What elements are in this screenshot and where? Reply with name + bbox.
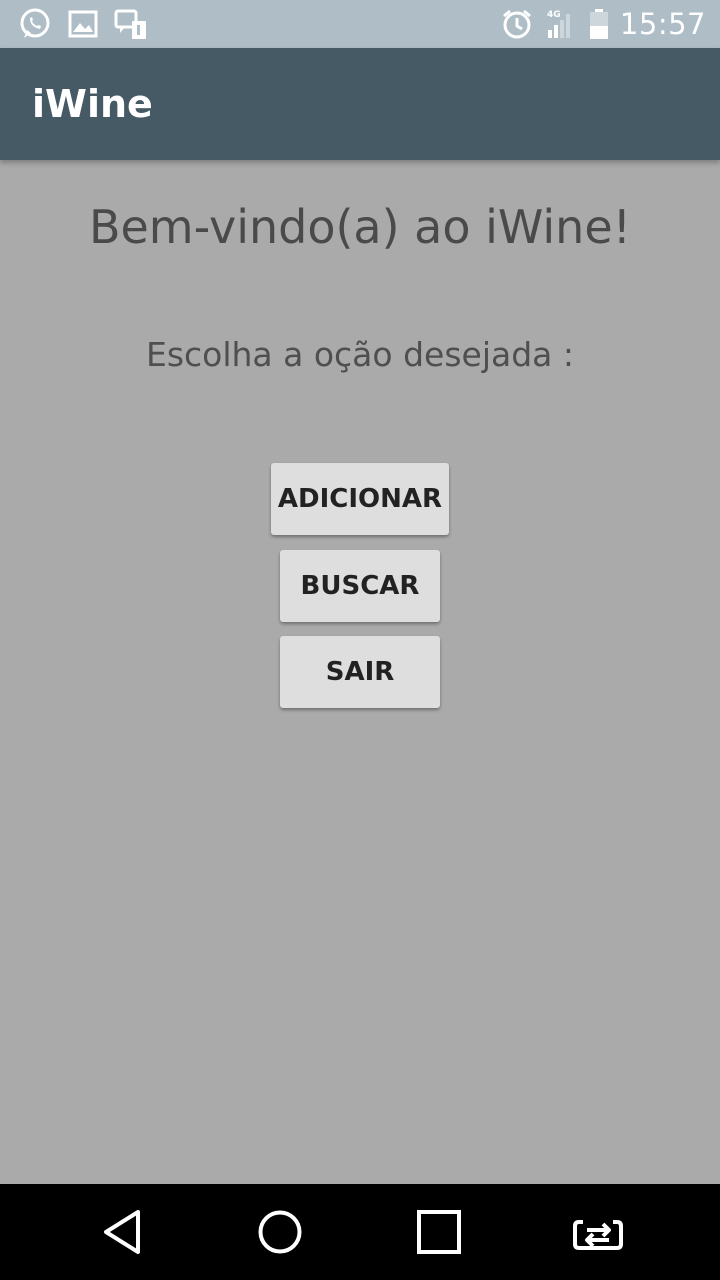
navigation-bar xyxy=(0,1184,720,1280)
option-prompt: Escolha a oção desejada : xyxy=(145,335,575,374)
status-bar: 4G 15:57 xyxy=(0,0,720,48)
gallery-icon xyxy=(66,7,100,41)
battery-icon xyxy=(588,7,610,41)
exit-button[interactable]: SAIR xyxy=(280,636,440,708)
whatsapp-icon xyxy=(18,7,52,41)
home-icon[interactable] xyxy=(250,1202,310,1262)
main-content: Bem-vindo(a) ao iWine! Escolha a oção de… xyxy=(0,160,720,1184)
status-bar-right: 4G 15:57 xyxy=(500,7,706,41)
recent-apps-icon[interactable] xyxy=(409,1202,469,1262)
network-type-label: 4G xyxy=(547,10,561,20)
app-title: iWine xyxy=(32,82,153,126)
sim-message-icon xyxy=(114,7,148,41)
app-bar: iWine xyxy=(0,48,720,160)
signal-icon: 4G xyxy=(544,7,578,41)
back-icon[interactable] xyxy=(92,1202,152,1262)
status-clock: 15:57 xyxy=(619,7,706,41)
add-button[interactable]: ADICIONAR xyxy=(271,463,449,535)
welcome-heading: Bem-vindo(a) ao iWine! xyxy=(88,200,632,254)
search-button[interactable]: BUSCAR xyxy=(280,550,440,622)
alarm-icon xyxy=(500,7,534,41)
app-switch-icon[interactable] xyxy=(568,1202,628,1262)
status-bar-left xyxy=(18,7,148,41)
